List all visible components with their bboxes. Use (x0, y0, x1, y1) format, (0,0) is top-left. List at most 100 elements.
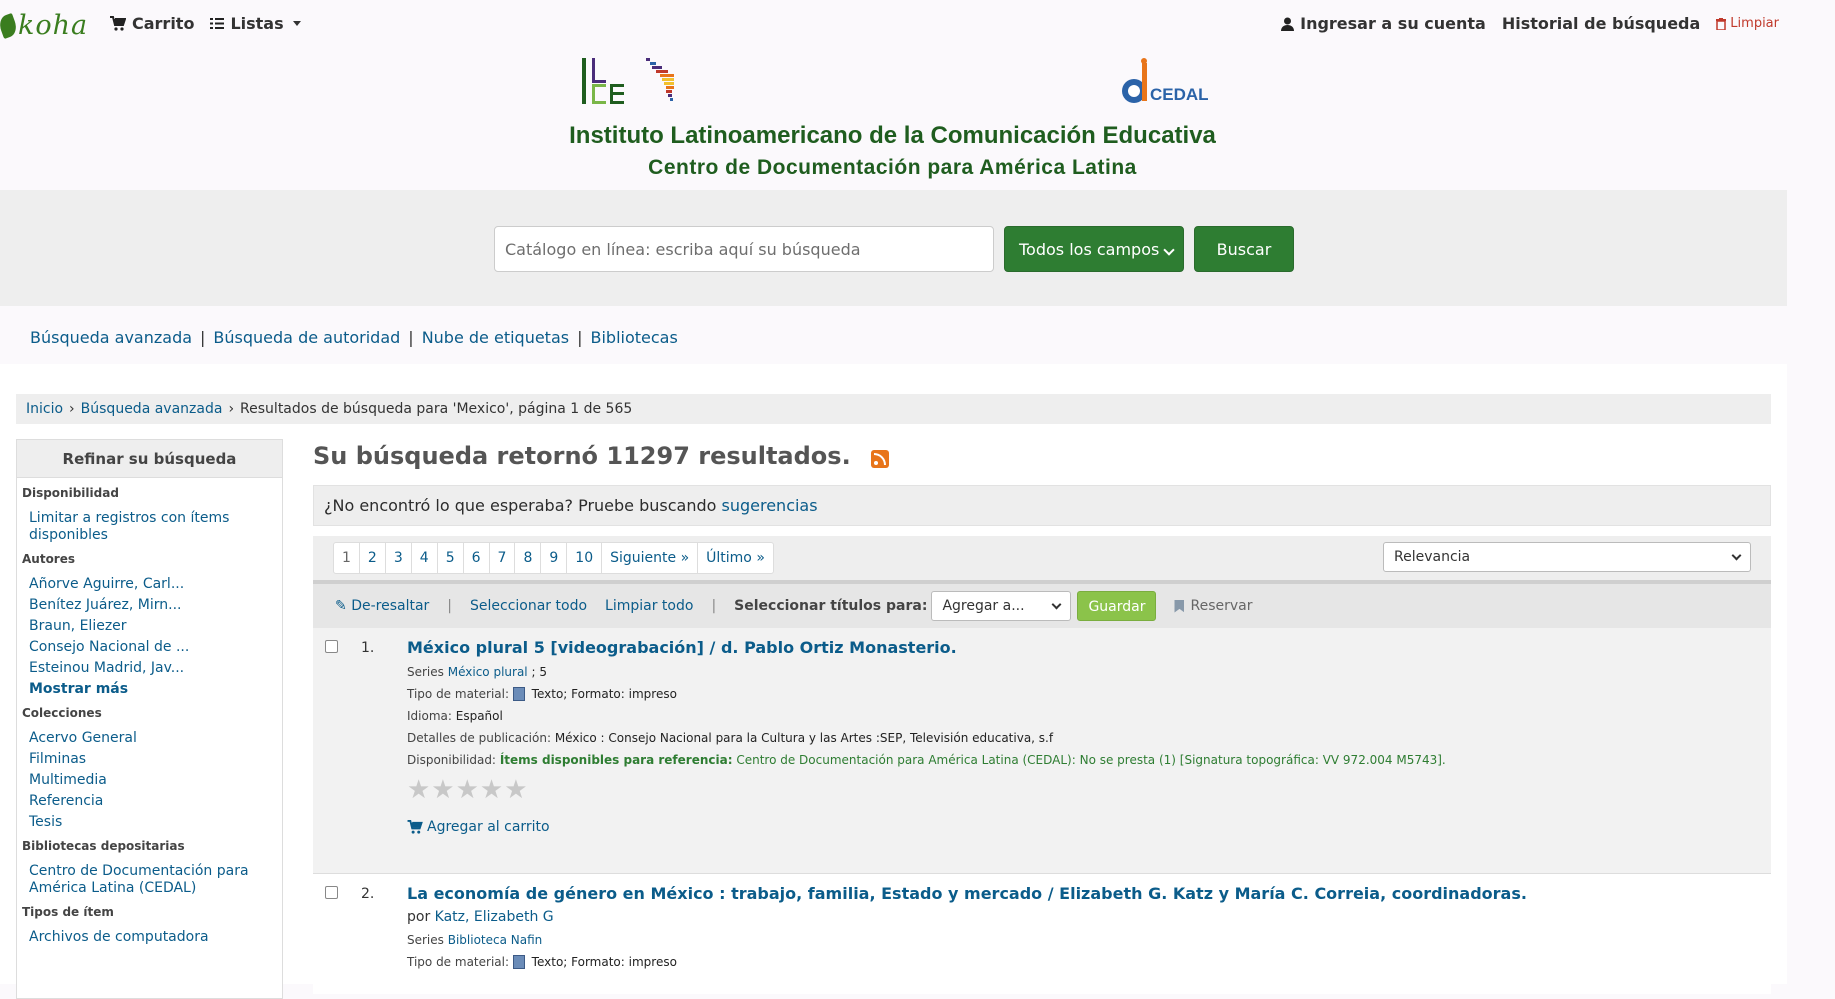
search-button[interactable]: Buscar (1194, 226, 1294, 272)
koha-logo-text: koha (18, 10, 89, 41)
search-history-link[interactable]: Historial de búsqueda (1502, 14, 1700, 33)
page-link[interactable]: 1 (334, 543, 360, 573)
record-series: Series México plural ; 5 (407, 665, 1747, 679)
series-link[interactable]: México plural (448, 665, 528, 679)
breadcrumb: Inicio › Búsqueda avanzada › Resultados … (16, 394, 1771, 424)
sort-select[interactable]: Relevancia (1383, 542, 1751, 572)
record-material-type: Tipo de material: Texto; Formato: impres… (407, 955, 1747, 969)
language-label: Idioma: (407, 709, 452, 723)
record-material-type: Tipo de material: Texto; Formato: impres… (407, 687, 1747, 701)
availability-label: Disponibilidad: (407, 753, 496, 767)
breadcrumb-home[interactable]: Inicio (26, 401, 63, 417)
material-value: Texto; Formato: impreso (531, 687, 677, 701)
record-number: 1. (361, 640, 375, 656)
chevron-down-icon (1051, 599, 1062, 610)
unhighlight-label: De-resaltar (351, 598, 430, 614)
facets-panel: Refinar su búsqueda Disponibilidad Limit… (16, 439, 283, 999)
list-icon (210, 18, 225, 29)
series-label: Series (407, 933, 444, 947)
record-title-link[interactable]: México plural 5 [videograbación] / d. Pa… (407, 638, 1747, 657)
facet-item-library[interactable]: Centro de Documentación para América Lat… (17, 863, 282, 897)
header-banner: CEDAL Instituto Latinoamericano de la Co… (0, 52, 1835, 190)
facet-item-author[interactable]: Añorve Aguirre, Carl... (17, 576, 282, 593)
facet-item-collection[interactable]: Referencia (17, 793, 282, 810)
koha-logo[interactable]: koha (0, 10, 88, 41)
search-field-select[interactable]: Todos los campos (1004, 226, 1184, 272)
pencil-icon: ✎ (335, 598, 347, 614)
page-link[interactable]: 9 (541, 543, 568, 573)
save-button[interactable]: Guardar (1077, 591, 1157, 621)
reserve-button[interactable]: Reservar (1174, 598, 1252, 614)
material-value: Texto; Formato: impreso (531, 955, 677, 969)
institution-title: Instituto Latinoamericano de la Comunica… (569, 122, 1216, 149)
facet-item-author[interactable]: Esteinou Madrid, Jav... (17, 660, 282, 677)
facet-item-author[interactable]: Benítez Juárez, Mirn... (17, 597, 282, 614)
facet-item-collection[interactable]: Tesis (17, 814, 282, 831)
page-link[interactable]: 5 (438, 543, 464, 573)
cart-label: Carrito (132, 14, 195, 33)
facet-title-libraries: Bibliotecas depositarias (22, 839, 185, 853)
cart-button[interactable]: Carrito (110, 14, 194, 33)
results-toolbar: ✎ De-resaltar | Seleccionar todo Limpiar… (313, 580, 1771, 628)
results-count-text: Su búsqueda retornó 11297 resultados. (313, 442, 851, 470)
rss-icon[interactable] (870, 450, 889, 468)
next-page-link[interactable]: Siguiente » (602, 543, 699, 573)
facet-item-author[interactable]: Braun, Eliezer (17, 618, 282, 635)
cedal-logo: CEDAL (1122, 58, 1209, 104)
lists-label: Listas (230, 14, 284, 33)
leaf-icon (0, 12, 20, 39)
page-link[interactable]: 6 (464, 543, 490, 573)
top-navbar: koha Carrito Listas Ingresar a su cuenta… (0, 0, 1835, 52)
add-to-select[interactable]: Agregar a... (931, 591, 1072, 621)
lists-dropdown[interactable]: Listas (210, 14, 301, 33)
last-page-link[interactable]: Último » (698, 543, 773, 573)
record-language: Idioma: Español (407, 709, 1747, 723)
search-input[interactable] (494, 226, 994, 272)
publication-label: Detalles de publicación: (407, 731, 551, 745)
rating-stars[interactable]: ★★★★★ (407, 775, 1747, 805)
page-link[interactable]: 10 (567, 543, 603, 573)
page-link[interactable]: 4 (412, 543, 438, 573)
clear-all-link[interactable]: Limpiar todo (605, 598, 693, 614)
clear-label: Limpiar (1730, 16, 1779, 31)
search-field-label: Todos los campos (1019, 239, 1160, 259)
language-value: Español (455, 709, 503, 723)
page-link[interactable]: 3 (386, 543, 412, 573)
chevron-down-icon (1731, 550, 1742, 561)
record-checkbox[interactable] (325, 886, 338, 899)
breadcrumb-current: Resultados de búsqueda para 'Mexico', pá… (240, 401, 633, 417)
cart-icon (407, 820, 423, 834)
facet-item-item-type[interactable]: Archivos de computadora (17, 929, 282, 946)
author-link[interactable]: Katz, Elizabeth G (435, 909, 554, 925)
facet-item-collection[interactable]: Acervo General (17, 730, 282, 747)
facet-item-available[interactable]: Limitar a registros con ítems disponible… (17, 510, 282, 544)
record-checkbox[interactable] (325, 640, 338, 653)
facet-title-authors: Autores (22, 552, 76, 566)
clear-history-link[interactable]: Limpiar (1716, 16, 1779, 31)
facet-item-author[interactable]: Consejo Nacional de ... (17, 639, 282, 656)
page-link[interactable]: 7 (490, 543, 516, 573)
series-link[interactable]: Biblioteca Nafin (448, 933, 543, 947)
unhighlight-button[interactable]: ✎ De-resaltar (335, 598, 429, 614)
separator: | (447, 598, 452, 614)
main-content: Inicio › Búsqueda avanzada › Resultados … (0, 364, 1787, 999)
select-all-link[interactable]: Seleccionar todo (470, 598, 587, 614)
results-count-heading: Su búsqueda retornó 11297 resultados. (313, 442, 889, 470)
availability-value: Centro de Documentación para América Lat… (736, 753, 1446, 767)
page-link[interactable]: 2 (360, 543, 386, 573)
book-icon (512, 687, 525, 701)
page-link[interactable]: 8 (515, 543, 542, 573)
facet-item-collection[interactable]: Filminas (17, 751, 282, 768)
facet-item-collection[interactable]: Multimedia (17, 772, 282, 789)
record-title-link[interactable]: La economía de género en México : trabaj… (407, 884, 1747, 903)
user-icon (1281, 17, 1295, 31)
show-more-authors-link[interactable]: Mostrar más (17, 681, 282, 698)
record-availability: Disponibilidad: Ítems disponibles para r… (407, 753, 1747, 767)
suggestions-link[interactable]: sugerencias (722, 496, 818, 515)
chevron-right-icon: › (69, 401, 75, 417)
breadcrumb-advanced-search[interactable]: Búsqueda avanzada (81, 401, 223, 417)
add-to-cart-link[interactable]: Agregar al carrito (407, 819, 1747, 835)
material-label: Tipo de material: (407, 687, 510, 701)
login-link[interactable]: Ingresar a su cuenta (1281, 14, 1486, 33)
record-author: por Katz, Elizabeth G (407, 909, 1747, 925)
